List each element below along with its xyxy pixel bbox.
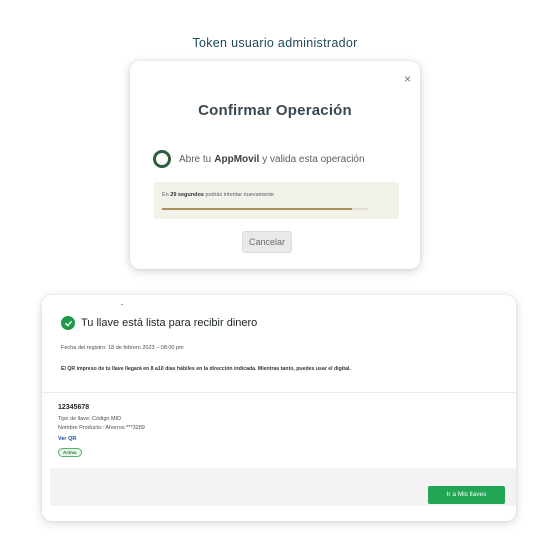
registration-date: Fecha del registro: 18 de febrero 2023 –…	[61, 345, 184, 351]
timer-seconds: 29 segundos	[170, 192, 204, 198]
view-qr-link[interactable]: Ver QR	[58, 436, 76, 442]
timer-suffix: podrás intentar nuevamente	[205, 192, 274, 198]
qr-delivery-info: El QR impreso de tu llave llegará en 8 a…	[61, 366, 351, 372]
timer-progress-track	[162, 208, 368, 210]
ring-icon	[153, 150, 171, 168]
divider	[42, 392, 516, 393]
retry-timer-box: En 29 segundos podrás intentar nuevament…	[154, 182, 399, 219]
close-icon[interactable]: ×	[404, 73, 411, 85]
key-type: Tipo de llave: Código MID	[58, 416, 122, 422]
prompt-prefix: Abre tu	[179, 153, 212, 165]
status-badge: Activa	[58, 448, 82, 457]
cancel-button[interactable]: Cancelar	[242, 231, 292, 253]
appmovil-prompt: Abre tu AppMovil y valida esta operación	[153, 150, 365, 168]
card-title: Tu llave está lista para recibir dinero	[81, 317, 258, 329]
key-ready-card: Tu llave está lista para recibir dinero …	[42, 295, 516, 521]
go-to-my-keys-button[interactable]: Ir a Mis llaves	[428, 486, 505, 504]
check-circle-icon	[61, 316, 75, 330]
timer-progress-fill	[162, 208, 352, 210]
key-number: 12345678	[58, 404, 90, 411]
timer-prefix: En	[162, 192, 169, 198]
card-header: Tu llave está lista para recibir dinero	[61, 316, 257, 330]
page-title: Token usuario administrador	[192, 36, 358, 50]
decorative-dot	[121, 304, 123, 305]
prompt-app-name: AppMovil	[214, 153, 260, 165]
confirm-operation-modal: × Confirmar Operación Abre tu AppMovil y…	[130, 61, 420, 269]
key-product: Nombre Producto:: Ahorros ***3289	[58, 425, 145, 431]
prompt-suffix: y valida esta operación	[262, 153, 365, 165]
modal-title: Confirmar Operación	[198, 102, 352, 119]
timer-text: En 29 segundos podrás intentar nuevament…	[162, 192, 391, 198]
